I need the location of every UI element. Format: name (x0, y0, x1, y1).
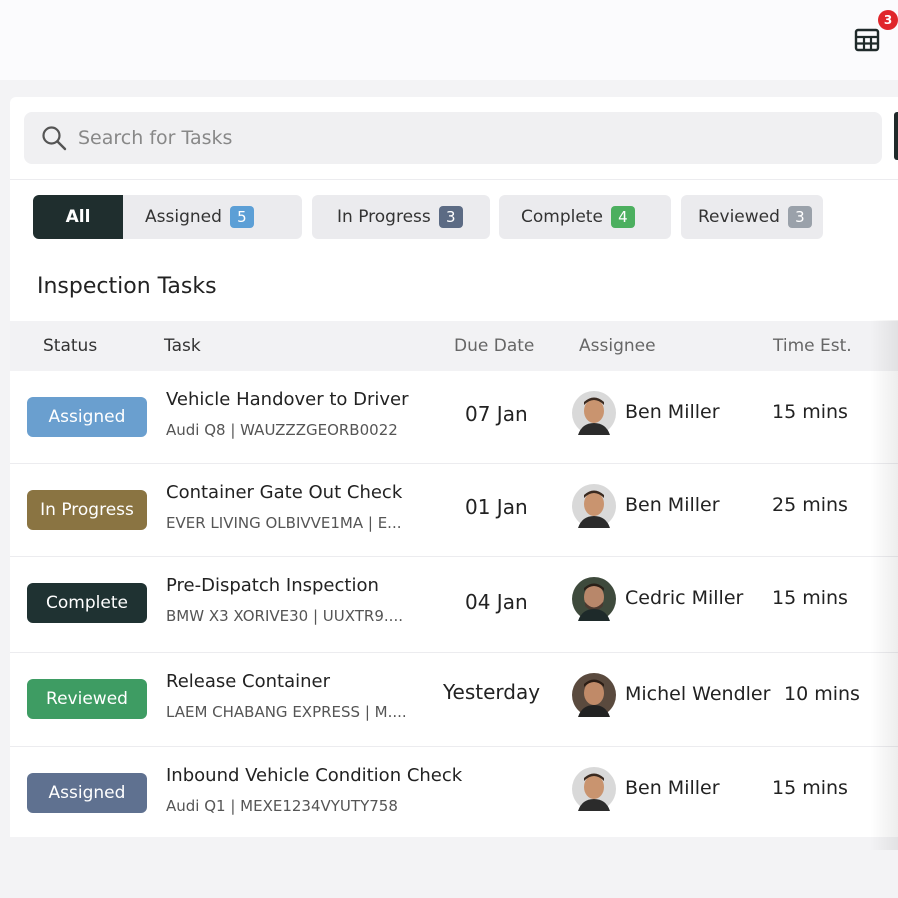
filter-complete[interactable]: Complete 4 (499, 195, 671, 239)
table-row[interactable]: Assigned Vehicle Handover to Driver Audi… (10, 371, 898, 464)
avatar (572, 484, 616, 528)
top-bar: 3 (0, 0, 898, 80)
filter-label: In Progress (337, 207, 431, 227)
avatar (572, 673, 616, 717)
assignee-name: Cedric Miller (625, 587, 744, 609)
filter-count-badge: 4 (610, 206, 635, 228)
column-header-task[interactable]: Task (164, 336, 201, 356)
time-estimate: 10 mins (784, 683, 860, 705)
search-input[interactable] (78, 127, 838, 149)
filter-in-progress[interactable]: In Progress 3 (312, 195, 490, 239)
edge-shadow (870, 320, 898, 850)
time-estimate: 15 mins (772, 777, 848, 799)
status-badge: In Progress (27, 490, 147, 530)
time-estimate: 15 mins (772, 587, 848, 609)
notification-badge: 3 (878, 10, 898, 30)
due-date: 04 Jan (465, 590, 528, 614)
search-icon (42, 126, 67, 151)
task-subtitle: Audi Q8 | WAUZZZGEORB0022 (166, 421, 398, 439)
filter-label: Complete (521, 207, 603, 227)
filter-count-badge: 3 (787, 206, 812, 228)
column-header-due-date[interactable]: Due Date (454, 336, 534, 356)
filter-label: Assigned (145, 207, 222, 227)
grid-icon (854, 28, 880, 52)
search-bar[interactable] (24, 112, 882, 164)
avatar (572, 767, 616, 811)
column-header-status[interactable]: Status (43, 336, 97, 356)
assignee-name: Ben Miller (625, 777, 720, 799)
status-badge: Complete (27, 583, 147, 623)
grid-button[interactable] (854, 28, 880, 52)
avatar (572, 577, 616, 621)
filter-assigned[interactable]: Assigned 5 (123, 195, 302, 239)
filter-label: Reviewed (698, 207, 780, 227)
status-badge: Reviewed (27, 679, 147, 719)
filter-label: All (65, 207, 91, 227)
due-date: 01 Jan (465, 495, 528, 519)
divider (10, 179, 898, 180)
table-row[interactable]: In Progress Container Gate Out Check EVE… (10, 464, 898, 557)
task-title: Pre-Dispatch Inspection (166, 575, 379, 596)
task-title: Inbound Vehicle Condition Check (166, 765, 463, 786)
status-badge: Assigned (27, 397, 147, 437)
task-panel: All Assigned 5 In Progress 3 Complete 4 … (10, 97, 898, 837)
filter-all[interactable]: All (33, 195, 123, 239)
task-title: Release Container (166, 671, 331, 692)
assignee-name: Michel Wendler (625, 683, 771, 705)
status-badge: Assigned (27, 773, 147, 813)
due-date: 07 Jan (465, 402, 528, 426)
task-subtitle: BMW X3 XORIVE30 | UUXTR9.... (166, 607, 403, 625)
assignee-name: Ben Miller (625, 401, 720, 423)
section-title: Inspection Tasks (37, 274, 217, 299)
assignee-name: Ben Miller (625, 494, 720, 516)
table-row[interactable]: Reviewed Release Container LAEM CHABANG … (10, 653, 898, 747)
task-title: Vehicle Handover to Driver (166, 389, 409, 410)
filter-reviewed[interactable]: Reviewed 3 (681, 195, 823, 239)
task-subtitle: EVER LIVING OLBIVVE1MA | E... (166, 514, 402, 532)
table-row[interactable]: Assigned Inbound Vehicle Condition Check… (10, 747, 898, 837)
table-header: Status Task Due Date Assignee Time Est. (10, 321, 898, 371)
time-estimate: 25 mins (772, 494, 848, 516)
column-header-assignee[interactable]: Assignee (579, 336, 656, 356)
table-row[interactable]: Complete Pre-Dispatch Inspection BMW X3 … (10, 557, 898, 653)
due-date: Yesterday (443, 680, 541, 704)
search-side-button[interactable] (894, 112, 898, 160)
filter-count-badge: 5 (229, 206, 254, 228)
task-subtitle: Audi Q1 | MEXE1234VYUTY758 (166, 797, 398, 815)
avatar (572, 391, 616, 435)
filter-count-badge: 3 (438, 206, 463, 228)
column-header-time-est[interactable]: Time Est. (773, 336, 852, 356)
task-subtitle: LAEM CHABANG EXPRESS | M.... (166, 703, 407, 721)
filter-tabs: All Assigned 5 In Progress 3 Complete 4 … (10, 195, 898, 239)
time-estimate: 15 mins (772, 401, 848, 423)
task-title: Container Gate Out Check (166, 482, 403, 503)
